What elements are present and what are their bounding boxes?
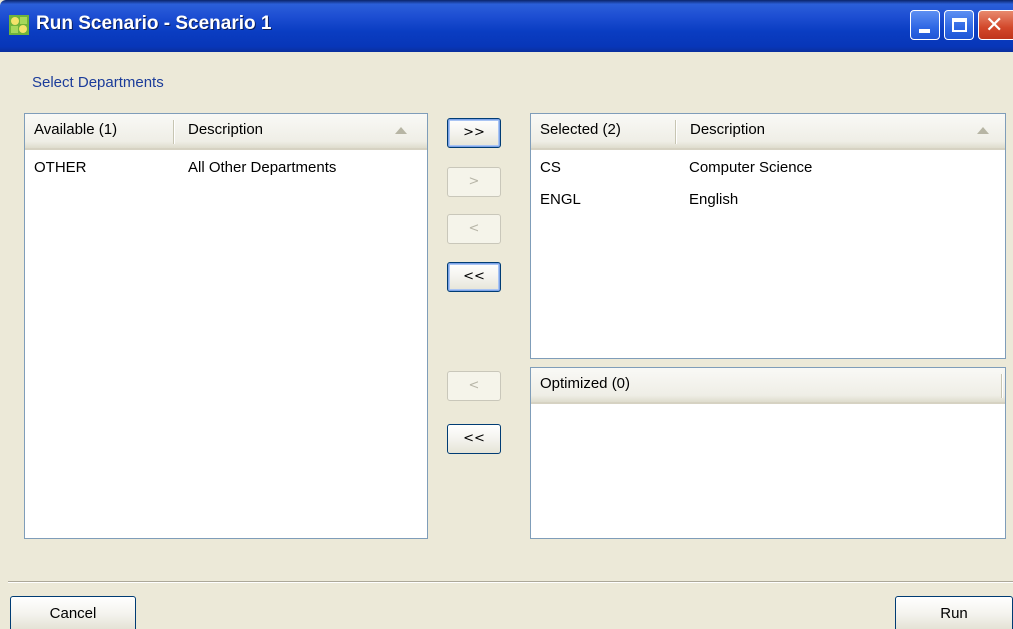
close-icon: ✕: [985, 12, 1004, 37]
department-description: Computer Science: [689, 159, 813, 176]
remove-all-button[interactable]: <<: [447, 262, 501, 292]
list-item[interactable]: OTHER All Other Departments: [25, 154, 427, 182]
column-separator[interactable]: [1001, 374, 1003, 398]
department-description: All Other Departments: [188, 159, 337, 176]
run-scenario-window: Run Scenario - Scenario 1 ✕ Select Depar…: [0, 0, 1013, 629]
description-column-header[interactable]: Description: [681, 114, 981, 148]
list-item[interactable]: CS Computer Science: [531, 154, 1005, 182]
maximize-icon: [952, 18, 967, 32]
available-column-header[interactable]: Available (1): [25, 114, 173, 148]
add-all-button[interactable]: >>: [447, 118, 501, 148]
window-title: Run Scenario - Scenario 1: [36, 13, 272, 34]
add-button[interactable]: >: [447, 167, 501, 197]
minimize-button[interactable]: [910, 10, 940, 40]
selected-list[interactable]: Selected (2) Description CS Computer Sci…: [530, 113, 1006, 359]
department-code: OTHER: [34, 159, 87, 176]
maximize-button[interactable]: [944, 10, 974, 40]
optimized-remove-button[interactable]: <: [447, 371, 501, 401]
sort-ascending-icon: [395, 127, 407, 134]
available-list-header: Available (1) Description: [25, 114, 427, 150]
section-label: Select Departments: [32, 74, 164, 91]
optimized-column-header[interactable]: Optimized (0): [531, 368, 1001, 402]
app-icon: [9, 15, 29, 35]
minimize-icon: [919, 29, 930, 33]
footer-divider: [8, 581, 1013, 583]
cancel-button[interactable]: Cancel: [10, 596, 136, 629]
department-code: CS: [540, 159, 561, 176]
column-separator[interactable]: [173, 120, 175, 144]
department-description: English: [689, 191, 739, 208]
sort-ascending-icon: [977, 127, 989, 134]
description-column-header[interactable]: Description: [179, 114, 419, 148]
remove-button[interactable]: <: [447, 214, 501, 244]
title-bar[interactable]: Run Scenario - Scenario 1 ✕: [0, 0, 1013, 52]
column-separator[interactable]: [675, 120, 677, 144]
close-button[interactable]: ✕: [978, 10, 1013, 40]
available-list[interactable]: Available (1) Description OTHER All Othe…: [24, 113, 428, 539]
optimized-list[interactable]: Optimized (0): [530, 367, 1006, 539]
run-button[interactable]: Run: [895, 596, 1013, 629]
department-code: ENGL: [540, 191, 581, 208]
list-item[interactable]: ENGL English: [531, 186, 1005, 214]
selected-list-header: Selected (2) Description: [531, 114, 1005, 150]
optimized-list-header: Optimized (0): [531, 368, 1005, 404]
optimized-remove-all-button[interactable]: <<: [447, 424, 501, 454]
selected-column-header[interactable]: Selected (2): [531, 114, 676, 148]
